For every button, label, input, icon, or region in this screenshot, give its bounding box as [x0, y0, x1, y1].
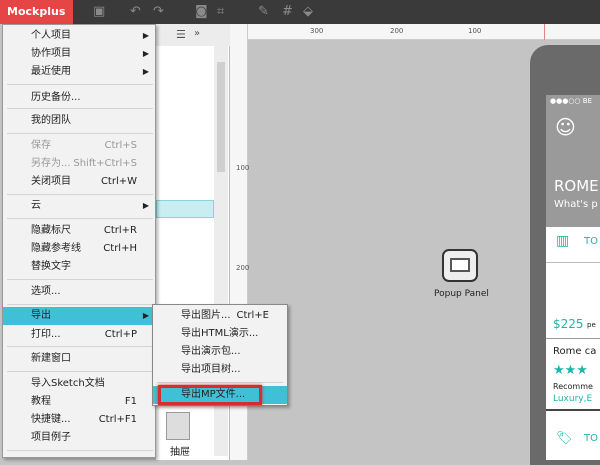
scrollbar-thumb[interactable]: [217, 62, 225, 172]
smiley-icon: ☺: [555, 115, 576, 139]
brush-icon[interactable]: ✎: [258, 4, 269, 19]
ruler-label: 300: [310, 27, 324, 35]
recommend-text: Recomme: [553, 382, 593, 391]
rating-stars: ★★★: [553, 363, 588, 378]
drawer-icon[interactable]: [166, 412, 190, 440]
menu-item-shortcuts[interactable]: 快捷键... Ctrl+F1: [3, 411, 155, 429]
more-button[interactable]: »: [194, 28, 200, 39]
undo-icon[interactable]: ↶: [130, 4, 141, 19]
menu-item-new-window[interactable]: 新建窗口: [3, 350, 155, 368]
redo-icon[interactable]: ↷: [153, 4, 164, 19]
separator: [7, 450, 153, 451]
submenu-item-export-project-tree[interactable]: 导出项目树...: [153, 361, 287, 379]
fill-icon[interactable]: ⬙: [303, 4, 313, 19]
separator: [7, 304, 153, 305]
separator: [7, 371, 153, 372]
price: $225: [553, 317, 584, 331]
selected-row[interactable]: [156, 200, 214, 218]
tags-text: Luxury,E: [553, 394, 593, 404]
tag-icon: 🏷: [556, 431, 573, 446]
menu-item-import-sketch[interactable]: 导入Sketch文档: [3, 375, 155, 393]
card-title: Rome ca: [553, 346, 597, 357]
phone-title: ROME: [554, 177, 599, 195]
menu-item-examples[interactable]: 项目例子: [3, 429, 155, 447]
panel-toolbar: [156, 24, 230, 46]
ruler-label: 100: [236, 164, 250, 172]
ruler-label: 100: [468, 27, 482, 35]
ruler-label: 200: [236, 264, 250, 272]
menu-item-options[interactable]: 选项...: [3, 283, 155, 301]
menu-item-export[interactable]: 导出 ▶: [3, 307, 155, 325]
menu-item-history[interactable]: 历史备份...: [3, 89, 155, 107]
submenu-item-export-html[interactable]: 导出HTML演示...: [153, 325, 287, 343]
menu-item-team-projects[interactable]: 协作项目 ▶: [3, 45, 155, 63]
grid-icon[interactable]: #: [282, 4, 293, 19]
separator: [157, 382, 283, 383]
status-bar: ●●●○○ BE: [550, 97, 592, 105]
price-suffix: pe: [587, 321, 596, 329]
menu-item-print[interactable]: 打印... Ctrl+P: [3, 326, 155, 344]
highlight-box: [158, 385, 262, 405]
drawer-label: 抽屉: [170, 447, 190, 458]
separator: [7, 218, 153, 219]
submenu-item-export-image[interactable]: 导出图片... Ctrl+E: [153, 307, 287, 325]
menu-item-tutorial[interactable]: 教程 F1: [3, 393, 155, 411]
frame-icon[interactable]: ◙: [195, 4, 208, 19]
menu-item-cloud[interactable]: 云 ▶: [3, 197, 155, 215]
row-label: TO: [584, 433, 598, 444]
menu-item-hide-ruler[interactable]: 隐藏标尺 Ctrl+R: [3, 222, 155, 240]
menu-item-hide-guides[interactable]: 隐藏参考线 Ctrl+H: [3, 240, 155, 258]
menu-item-my-team[interactable]: 我的团队: [3, 112, 155, 130]
building-icon: ▥: [556, 233, 570, 249]
export-submenu: 导出图片... Ctrl+E 导出HTML演示... 导出演示包... 导出项目树…: [152, 304, 288, 406]
crop-icon[interactable]: ⌗: [217, 4, 224, 19]
popup-panel-icon[interactable]: [442, 249, 478, 282]
submenu-item-export-demo-package[interactable]: 导出演示包...: [153, 343, 287, 361]
ruler-label: 200: [390, 27, 404, 35]
separator: [7, 194, 153, 195]
popup-panel-label: Popup Panel: [434, 289, 489, 299]
toolbar: [0, 0, 600, 24]
separator: [7, 133, 153, 134]
menu-item-personal-projects[interactable]: 个人项目 ▶: [3, 27, 155, 45]
separator: [7, 84, 153, 85]
mockplus-menu-button[interactable]: Mockplus ▾: [0, 0, 73, 42]
separator: [7, 346, 153, 347]
menu-item-save-as[interactable]: 另存为... Shift+Ctrl+S: [3, 155, 155, 173]
menu-item-replace-text[interactable]: 替换文字: [3, 258, 155, 276]
guide-marker: [544, 24, 545, 40]
separator: [7, 108, 153, 109]
menu-item-save[interactable]: 保存 Ctrl+S: [3, 137, 155, 155]
menu-item-recent[interactable]: 最近使用 ▶: [3, 63, 155, 81]
phone-subtitle: What's p: [554, 199, 598, 210]
save-icon[interactable]: ▣: [93, 4, 105, 19]
separator: [7, 279, 153, 280]
main-menu: 个人项目 ▶ 协作项目 ▶ 最近使用 ▶ 历史备份... 我的团队 保存 Ctrl+S …: [2, 24, 156, 458]
menu-item-close-project[interactable]: 关闭项目 Ctrl+W: [3, 173, 155, 191]
horizontal-ruler: [248, 24, 600, 40]
list-icon[interactable]: ☰: [176, 28, 186, 41]
row-label: TO: [584, 236, 598, 247]
phone-screen: ●●●○○ BE ☺ ROME What's p ▥ TO $225 pe Ro…: [546, 95, 600, 460]
